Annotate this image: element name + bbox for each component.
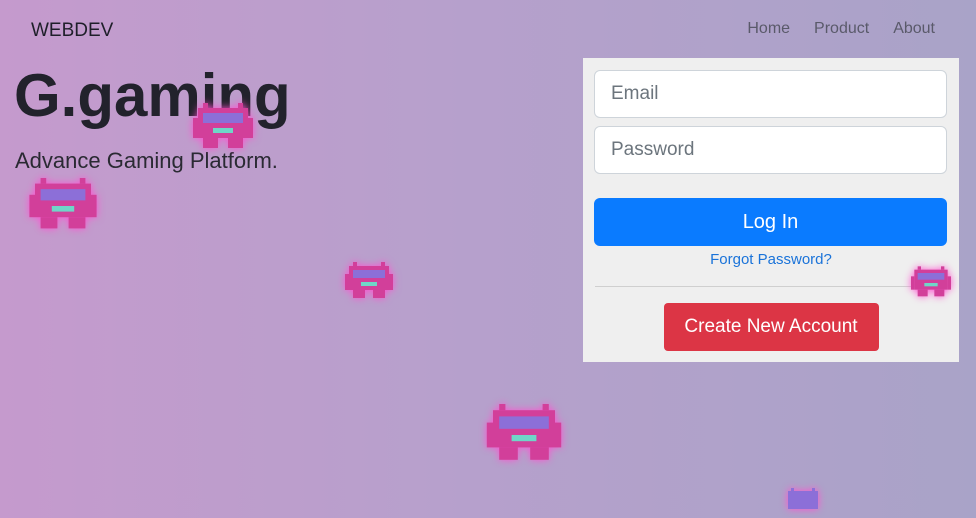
space-invader-icon	[911, 266, 951, 297]
nav-link-product[interactable]: Product	[814, 20, 869, 38]
forgot-password-link[interactable]: Forgot Password?	[594, 251, 948, 268]
brand-logo[interactable]: WEBDEV	[31, 20, 113, 42]
space-invader-icon	[788, 488, 818, 509]
email-input[interactable]	[594, 70, 947, 118]
nav-link-about[interactable]: About	[893, 20, 935, 38]
create-account-button[interactable]: Create New Account	[663, 303, 879, 351]
nav-link-home[interactable]: Home	[747, 20, 790, 38]
login-button[interactable]: Log In	[594, 198, 947, 246]
space-invader-icon	[486, 404, 562, 460]
divider	[594, 286, 948, 287]
top-nav: Home Product About	[747, 20, 935, 38]
password-input[interactable]	[594, 126, 947, 174]
login-card: Log In Forgot Password? Create New Accou…	[583, 58, 959, 362]
space-invader-icon	[193, 103, 253, 148]
space-invader-icon	[29, 178, 97, 229]
space-invader-icon	[345, 262, 393, 298]
